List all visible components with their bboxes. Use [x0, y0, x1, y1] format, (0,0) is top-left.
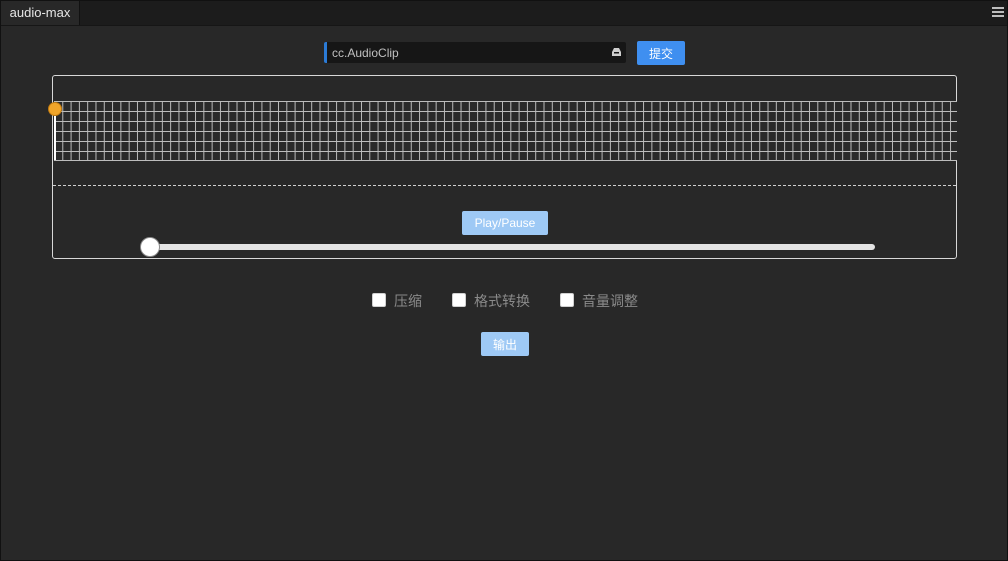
volume-adjust-checkbox[interactable]	[560, 293, 574, 307]
audio-clip-field[interactable]	[324, 42, 626, 63]
format-convert-label: 格式转换	[474, 293, 530, 309]
audio-clip-input[interactable]	[332, 42, 602, 63]
asset-picker-icon[interactable]	[611, 47, 622, 57]
play-pause-button[interactable]: Play/Pause	[462, 211, 548, 235]
format-convert-checkbox[interactable]	[452, 293, 466, 307]
submit-button[interactable]: 提交	[637, 41, 685, 65]
compress-label: 压缩	[394, 293, 422, 309]
export-button[interactable]: 输出	[481, 332, 529, 356]
panel-divider	[53, 185, 956, 186]
progress-slider-thumb[interactable]	[140, 237, 160, 257]
playhead-line	[54, 112, 56, 160]
playhead-handle[interactable]	[48, 102, 62, 116]
waveform-grid[interactable]	[54, 101, 957, 161]
compress-checkbox[interactable]	[372, 293, 386, 307]
progress-slider-track[interactable]	[145, 244, 875, 250]
waveform-panel: Play/Pause	[48, 75, 957, 259]
tab-audio-max[interactable]: audio-max	[1, 1, 80, 25]
volume-adjust-label: 音量调整	[582, 293, 638, 309]
menu-icon[interactable]	[992, 7, 1004, 18]
tab-bar: audio-max	[1, 1, 1007, 26]
panel-window: audio-max 提交 Play/Pause 压缩 格式转换 音量调整 输出	[0, 0, 1008, 561]
